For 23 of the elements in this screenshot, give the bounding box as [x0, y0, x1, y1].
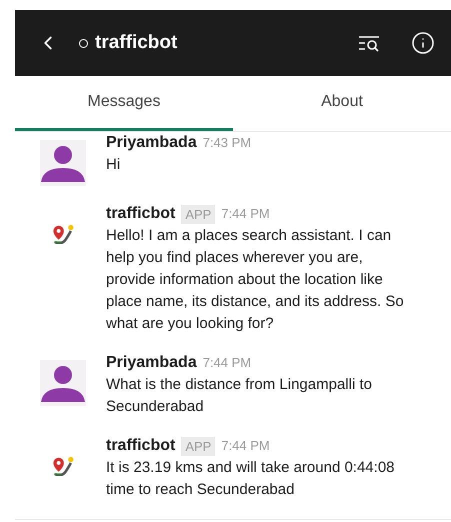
info-icon[interactable] [411, 31, 435, 55]
tab[interactable]: About [233, 76, 451, 131]
search-list-icon[interactable] [357, 33, 381, 53]
app-tag: APP [181, 204, 216, 224]
channel-title: trafficbot [95, 30, 178, 55]
person-avatar-icon [40, 140, 86, 186]
timestamp: 7:43 PM [202, 134, 252, 152]
timestamp: 7:44 PM [202, 354, 252, 372]
map-pin-route-icon [51, 224, 75, 244]
app-tag: APP [181, 436, 216, 456]
map-pin-route-icon [51, 456, 75, 476]
author-name: Priyambada [106, 133, 197, 153]
message-text: What is the distance from Lingampalli to Secunderabad [106, 375, 373, 417]
person-avatar-icon [40, 360, 86, 406]
author-name: trafficbot [106, 436, 176, 456]
author-name: Priyambada [106, 353, 197, 373]
message-text: Hello! I am a places search assistant. I can help you find places wherever you are, provide information about the location like place name, its distance, and its address. So what are you looking for? [106, 226, 405, 334]
tab[interactable]: Messages [15, 76, 233, 131]
timestamp: 7:44 PM [221, 437, 270, 455]
timestamp: 7:44 PM [221, 205, 270, 223]
message-text: Hi [106, 155, 122, 175]
message-text: It is 23.19 kms and will take around 0:44:08 time to reach Secunderabad [106, 458, 396, 500]
author-name: trafficbot [106, 204, 176, 224]
